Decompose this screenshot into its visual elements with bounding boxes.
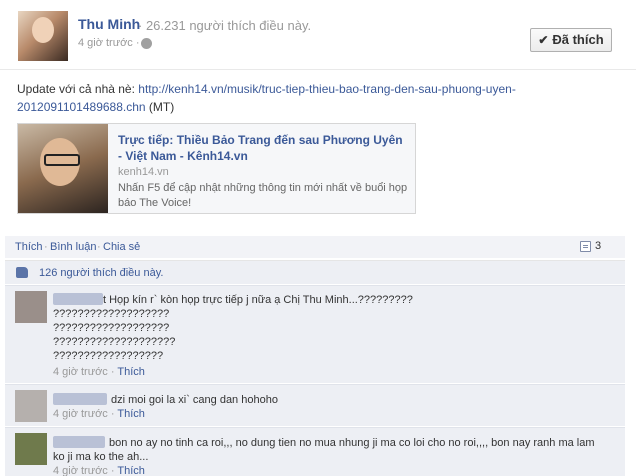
comment-text: dzi moi goi la xi` cang dan hohoho (53, 393, 613, 407)
comment-item: dzi moi goi la xi` cang dan hohoho 4 giờ… (5, 384, 625, 426)
like-action[interactable]: Thích (15, 241, 43, 253)
page-name[interactable]: Thu Minh (78, 16, 140, 32)
comment-line: ??????????????????? (53, 322, 170, 334)
liked-button-label: Đã thích (552, 32, 604, 47)
liked-page-button[interactable]: ✔ Đã thích (530, 28, 612, 52)
commenter-avatar[interactable] (15, 433, 47, 465)
check-icon: ✔ (538, 33, 549, 47)
comment-text: bon no ay no tinh ca roi,,, no dung tien… (53, 436, 613, 464)
comment-count[interactable]: 3 (595, 240, 601, 252)
commenter-name[interactable] (53, 436, 105, 448)
shared-link-thumbnail[interactable] (18, 124, 108, 213)
comment-timestamp[interactable]: 4 giờ trước · (53, 408, 115, 420)
comment-like-link[interactable]: Thích (117, 465, 145, 476)
page-avatar[interactable] (18, 11, 68, 61)
comment-action[interactable]: Bình luận (50, 241, 96, 253)
shared-link-domain: kenh14.vn (118, 166, 169, 178)
commenter-name[interactable] (53, 293, 103, 305)
comment-line: ?????????????????? (53, 350, 164, 362)
comment-timestamp[interactable]: 4 giờ trước · (53, 366, 115, 378)
shared-link-title[interactable]: Trực tiếp: Thiều Bảo Trang đến sau Phươn… (118, 132, 408, 164)
likes-summary: 126 người thích điều này. (5, 260, 625, 284)
page-likes-count: · 26.231 người thích điều này. (138, 18, 312, 33)
post-message: Update với cả nhà nè: http://kenh14.vn/m… (17, 80, 557, 116)
comment-timestamp[interactable]: 4 giờ trước · (53, 465, 115, 476)
separator: · (44, 241, 48, 253)
comment-line: bon no ay no tinh ca roi,,, no dung tien… (109, 437, 595, 449)
comment-meta: 4 giờ trước · Thích (53, 465, 145, 476)
share-action[interactable]: Chia sẻ (103, 241, 140, 253)
commenter-avatar[interactable] (15, 390, 47, 422)
post-timestamp[interactable]: 4 giờ trước · (78, 37, 140, 49)
comment-meta: 4 giờ trước · Thích (53, 408, 145, 420)
comment-icon (580, 241, 591, 252)
commenter-name[interactable] (53, 393, 107, 405)
shared-link-card[interactable]: Trực tiếp: Thiều Bảo Trang đến sau Phươn… (17, 123, 416, 214)
post-text-prefix: Update với cả nhà nè: (17, 82, 139, 96)
post-text-suffix: (MT) (145, 100, 175, 114)
comment-like-link[interactable]: Thích (117, 366, 145, 378)
comment-like-link[interactable]: Thích (117, 408, 145, 420)
comment-line: dzi moi goi la xi` cang dan hohoho (111, 394, 278, 406)
shared-link-description: Nhấn F5 để cập nhật những thông tin mới … (118, 182, 408, 209)
post-actions-bar: Thích · Bình luận · Chia sẻ 3 (5, 236, 625, 258)
comment-line: ??????????????????? (53, 308, 170, 320)
separator: · (97, 241, 101, 253)
commenter-avatar[interactable] (15, 291, 47, 323)
likes-count[interactable]: 126 người thích điều này. (39, 267, 163, 279)
globe-icon (141, 38, 152, 49)
post-header: Thu Minh · 26.231 người thích điều này. … (0, 0, 636, 70)
comment-item: bon no ay no tinh ca roi,,, no dung tien… (5, 427, 625, 476)
thumbs-up-icon (16, 267, 28, 278)
comment-line: ???????????????????? (53, 336, 176, 348)
comment-line: ko ji ma ko the ah... (53, 451, 149, 463)
comment-item: t Họp kín r` kòn họp trực tiếp j nữa ạ C… (5, 285, 625, 383)
comment-line: t Họp kín r` kòn họp trực tiếp j nữa ạ C… (103, 294, 413, 306)
comment-meta: 4 giờ trước · Thích (53, 366, 145, 378)
comment-text: t Họp kín r` kòn họp trực tiếp j nữa ạ C… (53, 293, 613, 363)
